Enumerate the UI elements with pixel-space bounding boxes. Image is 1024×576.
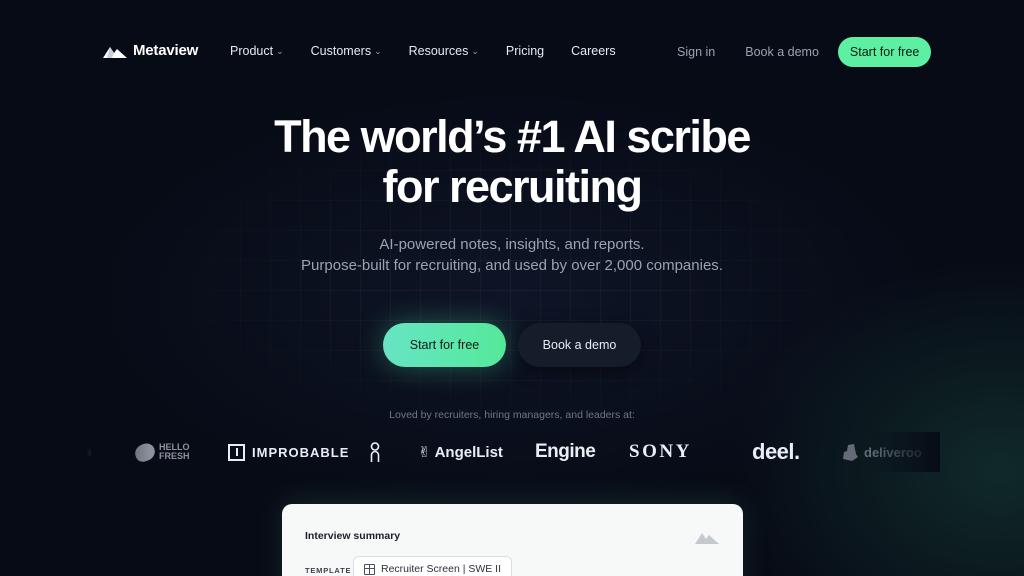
logo-improbable: IMPROBABLE — [228, 436, 349, 468]
logo-deel: deel. — [752, 439, 800, 464]
victory-hand-icon: ✌ — [418, 444, 431, 461]
deliveroo-kangaroo-icon — [843, 443, 858, 461]
logos-fade-left — [80, 432, 150, 472]
logo-sony: SONY — [629, 441, 692, 462]
nav-item-label: Careers — [571, 44, 616, 58]
nav-item-label: Product — [230, 44, 274, 58]
card-title: Interview summary — [305, 530, 401, 542]
start-free-button[interactable]: Start for free — [383, 323, 506, 367]
metaview-logo-icon — [103, 46, 127, 58]
nav-item-product[interactable]: Product ⌄ — [230, 44, 284, 58]
improbable-wordmark: IMPROBABLE — [252, 444, 350, 460]
logos-fade-right — [870, 432, 940, 472]
hero-cta-row: Start for free Book a demo — [383, 323, 641, 367]
metaview-watermark-icon — [695, 533, 719, 544]
brand-logo[interactable]: Metaview — [103, 42, 198, 59]
nav-item-label: Pricing — [505, 44, 545, 58]
brand-name: Metaview — [133, 42, 199, 59]
template-value: Recruiter Screen | SWE II — [381, 563, 502, 575]
nav-item-label: Resources — [408, 44, 469, 58]
nav-item-pricing[interactable]: Pricing — [506, 44, 544, 58]
logo-on — [370, 436, 380, 468]
chevron-down-icon: ⌄ — [276, 45, 284, 56]
hero-title-line-1: The world’s #1 AI scribe — [274, 111, 751, 162]
chevron-down-icon: ⌄ — [374, 45, 382, 56]
template-selector[interactable]: Recruiter Screen | SWE II — [353, 556, 513, 576]
logo-angellist: ✌ AngelList — [418, 436, 503, 468]
top-nav: Metaview Product ⌄ Customers ⌄ Resources… — [0, 0, 1024, 104]
hero-subtitle: AI-powered notes, insights, and reports.… — [0, 234, 1024, 276]
nav-item-customers[interactable]: Customers ⌄ — [311, 44, 382, 58]
chevron-down-icon: ⌄ — [471, 45, 479, 56]
on-running-logo-icon — [370, 442, 380, 462]
customer-logos-caption: Loved by recruiters, hiring managers, an… — [389, 409, 635, 421]
nav-item-careers[interactable]: Careers — [571, 44, 615, 58]
nav-item-label: Customers — [310, 44, 372, 58]
hero-title-line-2: for recruiting — [382, 161, 643, 212]
angellist-wordmark: AngelList — [434, 443, 503, 461]
nav-actions: Sign in Book a demo Start for free — [677, 37, 932, 67]
book-demo-button[interactable]: Book a demo — [518, 323, 641, 367]
primary-nav: Product ⌄ Customers ⌄ Resources ⌄ Pricin… — [230, 44, 643, 58]
book-demo-link[interactable]: Book a demo — [745, 45, 819, 59]
hellofresh-word-2: FRESH — [159, 451, 190, 461]
logo-engine: Engine — [535, 441, 596, 462]
hero-subtitle-line-2: Purpose-built for recruiting, and used b… — [301, 257, 723, 274]
hellofresh-wordmark: HELLO FRESH — [159, 443, 190, 461]
hero-title: The world’s #1 AI scribe for recruiting — [0, 112, 1024, 212]
grid-icon — [364, 563, 375, 575]
nav-item-resources[interactable]: Resources ⌄ — [409, 44, 479, 58]
interview-summary-card: Interview summary TEMPLATE Recruiter Scr… — [282, 504, 743, 576]
template-label: TEMPLATE — [305, 566, 352, 575]
start-free-nav-button[interactable]: Start for free — [837, 37, 932, 67]
customer-logos-strip: ◗ HELLO FRESH IMPROBABLE ✌ AngelList Eng… — [80, 436, 940, 468]
sign-in-link[interactable]: Sign in — [677, 45, 715, 59]
improbable-box-icon — [228, 443, 245, 461]
hero-subtitle-line-1: AI-powered notes, insights, and reports. — [379, 236, 645, 253]
